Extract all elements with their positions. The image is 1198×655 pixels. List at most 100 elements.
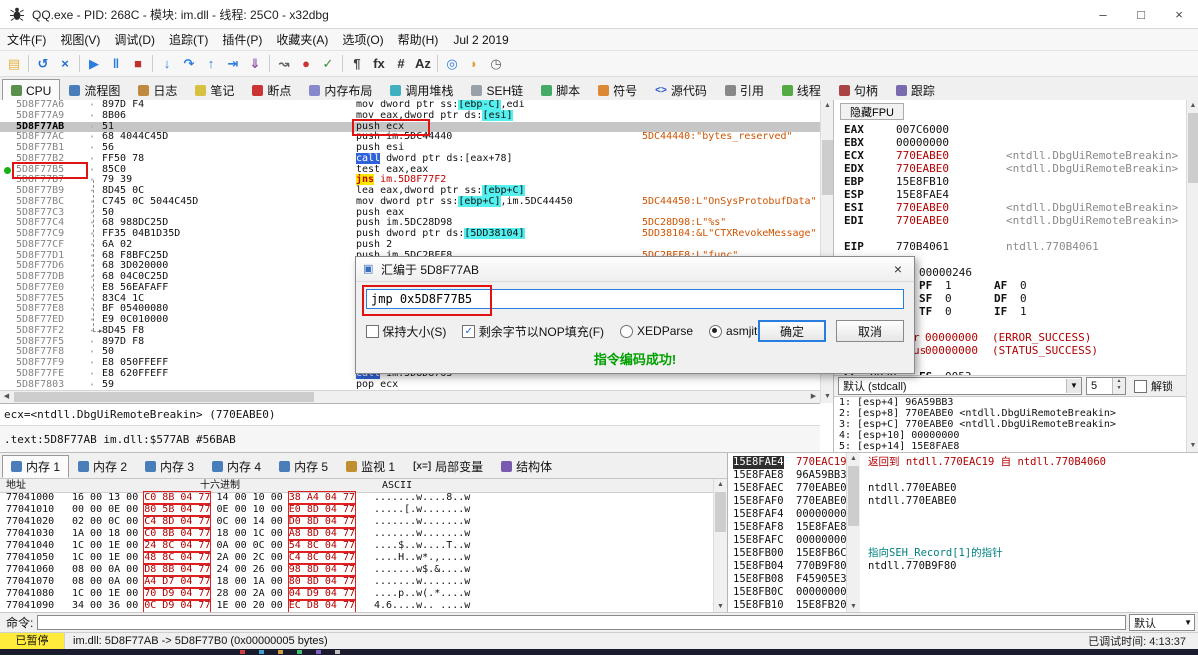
- scroll-up-icon[interactable]: ▲: [714, 479, 727, 491]
- scroll-up-icon[interactable]: ▲: [847, 453, 860, 465]
- bottom-tab-locals[interactable]: [x=] 局部变量: [404, 455, 492, 478]
- stack-argument-row[interactable]: 2: [esp+8] 770EABE0 <ntdll.DbgUiRemoteBr…: [834, 408, 1187, 419]
- taskbar-app-icon[interactable]: [297, 650, 302, 654]
- stack-row[interactable]: 15E8FAFC 00000000: [728, 534, 1198, 547]
- tab-script[interactable]: 脚本: [532, 79, 589, 102]
- menu-item-1[interactable]: 视图(V): [53, 29, 107, 50]
- close-button[interactable]: ×: [1160, 0, 1198, 28]
- stack-argument-row[interactable]: 1: [esp+4] 96A59BB3: [834, 397, 1187, 408]
- dump-row[interactable]: 77041050 1C 00 1E 00 48 8C 04 77 2A 00 2C…: [0, 552, 470, 564]
- dump-row[interactable]: 77041030 1A 00 18 00 C0 8B 04 77 18 00 1C…: [0, 528, 470, 540]
- dump-row[interactable]: 77041060 08 00 0A 00 D8 8B 04 77 24 00 26…: [0, 564, 470, 576]
- cancel-button[interactable]: 取消: [836, 320, 904, 342]
- menu-item-7[interactable]: 帮助(H): [391, 29, 446, 50]
- scroll-right-icon[interactable]: ▶: [807, 391, 820, 403]
- register-row[interactable]: ECX 770EABE0 <ntdll.DbgUiRemoteBreakin>: [834, 149, 1187, 162]
- run-to-user-code-icon[interactable]: ⇓: [244, 53, 266, 75]
- hash-icon[interactable]: #: [390, 53, 412, 75]
- asmjit-radio[interactable]: asmjit: [709, 324, 757, 338]
- register-row[interactable]: EDI 770EABE0 <ntdll.DbgUiRemoteBreakin>: [834, 214, 1187, 227]
- stop-icon[interactable]: ■: [127, 53, 149, 75]
- search-icon[interactable]: ◎: [441, 53, 463, 75]
- dialog-close-icon[interactable]: ×: [882, 257, 914, 281]
- tab-references[interactable]: 引用: [716, 79, 773, 102]
- ok-button[interactable]: 确定: [758, 320, 826, 342]
- tab-symbols[interactable]: 符号: [589, 79, 646, 102]
- command-profile-select[interactable]: 默认 ▼: [1129, 614, 1195, 631]
- taskbar-app-icon[interactable]: [316, 650, 321, 654]
- open-file-icon[interactable]: ▤: [3, 53, 25, 75]
- tab-breakpoints[interactable]: 断点: [243, 79, 300, 102]
- menu-item-4[interactable]: 插件(P): [215, 29, 269, 50]
- taskbar-app-icon[interactable]: [240, 650, 245, 654]
- stack-row[interactable]: 15E8FAF4 00000000: [728, 508, 1198, 521]
- stack-argument-row[interactable]: 3: [esp+C] 770EABE0 <ntdll.DbgUiRemoteBr…: [834, 419, 1187, 430]
- dump-row[interactable]: 77041080 1C 00 1E 00 70 D9 04 77 28 00 2A…: [0, 588, 470, 600]
- trace-into-icon[interactable]: ↝: [273, 53, 295, 75]
- nop-fill-checkbox[interactable]: ✓ 剩余字节以NOP填充(F): [462, 323, 620, 340]
- stack-argument-row[interactable]: 5: [esp+14] 15E8FAE8: [834, 441, 1187, 452]
- stack-argument-row[interactable]: 4: [esp+10] 00000000: [834, 430, 1187, 441]
- taskbar-app-icon[interactable]: [335, 650, 340, 654]
- register-row[interactable]: EAX 007C6000: [834, 123, 1187, 136]
- step-over-icon[interactable]: ↷: [178, 53, 200, 75]
- breakpoints-icon[interactable]: ●: [295, 53, 317, 75]
- registers-vertical-scrollbar[interactable]: ▲ ▼: [1186, 100, 1198, 452]
- taskbar-app-icon[interactable]: [259, 650, 264, 654]
- tab-call-stack[interactable]: 调用堆栈: [381, 79, 462, 102]
- scrollbar-thumb[interactable]: [848, 466, 859, 526]
- dump-row[interactable]: 77041000 16 00 13 00 C0 8B 04 77 14 00 10…: [0, 492, 470, 504]
- dump-row[interactable]: 77041040 1C 00 1E 00 24 8C 04 77 0A 00 0C…: [0, 540, 470, 552]
- register-row[interactable]: ESP 15E8FAE4: [834, 188, 1187, 201]
- close-debuggee-icon[interactable]: ×: [54, 53, 76, 75]
- argument-depth-stepper[interactable]: 5 ▲ ▼: [1086, 377, 1126, 395]
- tab-trace[interactable]: 跟踪: [887, 79, 944, 102]
- stack-row[interactable]: 15E8FB0C 00000000: [728, 586, 1198, 599]
- execute-till-return-icon[interactable]: ⇥: [222, 53, 244, 75]
- clock-icon[interactable]: ◷: [485, 53, 507, 75]
- dump-row[interactable]: 77041090 34 00 36 00 0C D9 04 77 1E 00 20…: [0, 600, 470, 612]
- stack-row[interactable]: 15E8FAF0 770EABE0 ntdll.770EABE0: [728, 495, 1198, 508]
- stack-row[interactable]: 15E8FB08 F45905E3: [728, 573, 1198, 586]
- pause-icon[interactable]: ‖: [105, 53, 127, 75]
- bottom-tab-dump4[interactable]: 内存 4: [203, 455, 270, 478]
- dump-row[interactable]: 77041020 02 00 0C 00 C4 8D 04 77 0C 00 14…: [0, 516, 470, 528]
- menu-item-5[interactable]: 收藏夹(A): [269, 29, 335, 50]
- step-into-icon[interactable]: ↓: [156, 53, 178, 75]
- tab-threads[interactable]: 线程: [773, 79, 830, 102]
- fx-icon[interactable]: fx: [368, 53, 390, 75]
- stepper-arrows-icon[interactable]: ▲ ▼: [1112, 378, 1125, 394]
- dump-vertical-scrollbar[interactable]: ▲ ▼: [713, 479, 727, 613]
- register-row[interactable]: EIP 770B4061 ntdll.770B4061: [834, 240, 1187, 253]
- menu-item-0[interactable]: 文件(F): [0, 29, 53, 50]
- stack-vertical-scrollbar[interactable]: ▲ ▼: [846, 453, 860, 613]
- bottom-tab-dump2[interactable]: 内存 2: [69, 455, 136, 478]
- tab-source[interactable]: <> 源代码: [646, 79, 716, 102]
- menu-item-2[interactable]: 调试(D): [107, 29, 162, 50]
- register-row[interactable]: EBX 00000000: [834, 136, 1187, 149]
- bottom-tab-watch1[interactable]: 监视 1: [337, 455, 404, 478]
- menu-item-3[interactable]: 追踪(T): [162, 29, 215, 50]
- tab-cpu[interactable]: CPU: [2, 79, 61, 102]
- tab-memory-map[interactable]: 内存布局: [300, 79, 381, 102]
- xedparse-radio[interactable]: XEDParse: [620, 324, 709, 338]
- command-input[interactable]: [37, 615, 1126, 630]
- keep-size-checkbox[interactable]: 保持大小(S): [366, 323, 462, 340]
- calling-convention-select[interactable]: 默认 (stdcall) ▼: [838, 377, 1082, 395]
- unlock-checkbox[interactable]: 解锁: [1134, 378, 1173, 394]
- bottom-tab-dump5[interactable]: 内存 5: [270, 455, 337, 478]
- scroll-down-icon[interactable]: ▼: [1187, 440, 1198, 452]
- tab-log[interactable]: 日志: [129, 79, 186, 102]
- stack-row[interactable]: 15E8FAE4 770EAC19 返回到 ntdll.770EAC19 自 ntd…: [728, 456, 1198, 469]
- run-icon[interactable]: ▶: [83, 53, 105, 75]
- tab-seh[interactable]: SEH链: [462, 79, 532, 102]
- chat-icon[interactable]: ◗: [463, 53, 485, 75]
- dump-row[interactable]: 77041070 08 00 0A 00 A4 D7 04 77 18 00 1A…: [0, 576, 470, 588]
- stack-row[interactable]: 15E8FAE8 96A59BB3: [728, 469, 1198, 482]
- register-row[interactable]: EBP 15E8FB10: [834, 175, 1187, 188]
- disasm-horizontal-scrollbar[interactable]: ◀ ▶: [0, 390, 820, 404]
- register-row[interactable]: EDX 770EABE0 <ntdll.DbgUiRemoteBreakin>: [834, 162, 1187, 175]
- stack-row[interactable]: 15E8FAF8 15E8FAE8: [728, 521, 1198, 534]
- hide-fpu-button[interactable]: 隐藏FPU: [840, 103, 904, 120]
- stack-row[interactable]: 15E8FB04 770B9F80 ntdll.770B9F80: [728, 560, 1198, 573]
